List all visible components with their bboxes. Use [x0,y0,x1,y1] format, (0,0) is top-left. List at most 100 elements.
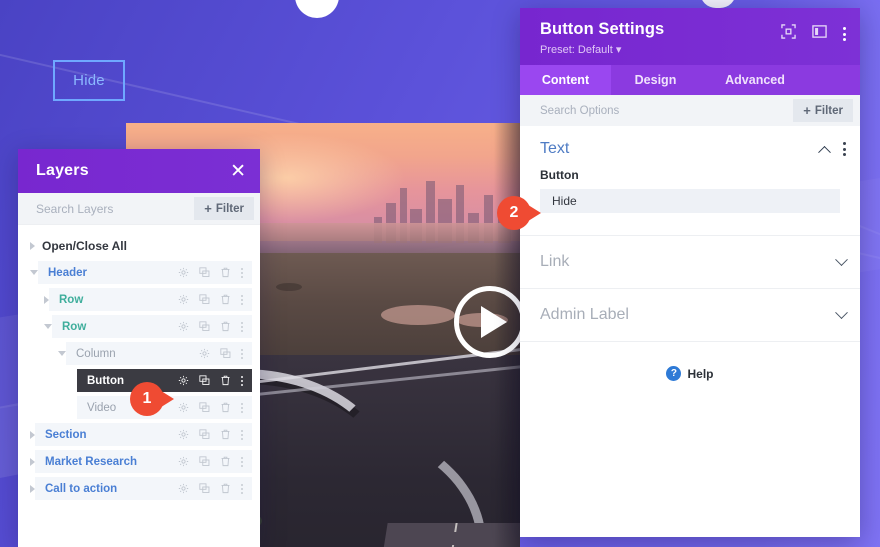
more-vertical-icon[interactable] [241,429,243,440]
button-text-input[interactable]: Hide [540,189,840,213]
layer-row[interactable]: Market Research [18,450,260,473]
layer-row[interactable]: Section [18,423,260,446]
trash-icon[interactable] [220,456,231,467]
layer-actions [178,456,243,467]
layer-pill[interactable]: Row [49,288,252,311]
layer-actions [178,321,243,332]
plus-icon: + [204,201,212,216]
step-badge-2: 2 [497,196,541,230]
trash-icon[interactable] [220,483,231,494]
duplicate-icon[interactable] [199,375,210,386]
chevron-down-icon[interactable] [30,270,38,275]
step-badge-1: 1 [130,382,174,416]
chevron-down-icon[interactable] [835,252,848,266]
layer-actions [178,483,243,494]
trash-icon[interactable] [220,321,231,332]
gear-icon[interactable] [178,375,189,386]
layer-name: Call to action [45,482,118,495]
layer-pill[interactable]: Call to action [35,477,252,500]
gear-icon[interactable] [178,456,189,467]
chevron-down-icon[interactable] [44,324,52,329]
gear-icon[interactable] [199,348,210,359]
layer-actions [178,267,243,278]
chevron-right-icon [30,242,35,250]
fullscreen-icon[interactable] [781,24,796,44]
help-label: Help [687,366,714,381]
canvas-hide-button[interactable]: Hide [53,60,125,101]
open-close-all-toggle[interactable]: Open/Close All [18,235,260,257]
gear-icon[interactable] [178,429,189,440]
settings-filter-button[interactable]: + Filter [793,99,853,122]
more-vertical-icon[interactable] [241,402,243,413]
trash-icon[interactable] [220,294,231,305]
more-vertical-icon[interactable] [241,375,243,386]
layer-name: Button [87,374,125,387]
section-link-header[interactable]: Link [520,236,860,288]
duplicate-icon[interactable] [199,294,210,305]
layer-actions [178,294,243,305]
gear-icon[interactable] [178,321,189,332]
trash-icon[interactable] [220,429,231,440]
trash-icon[interactable] [220,267,231,278]
gear-icon[interactable] [178,402,189,413]
section-text-header[interactable]: Text [520,126,860,168]
duplicate-icon[interactable] [199,321,210,332]
layer-pill[interactable]: Section [35,423,252,446]
layer-pill[interactable]: Header [38,261,252,284]
layers-panel: Layers ✕ Search Layers + Filter Open/Clo… [18,149,260,547]
more-vertical-icon[interactable] [241,267,243,278]
settings-tabs: Content Design Advanced [520,65,860,95]
play-icon [480,306,507,338]
duplicate-icon[interactable] [199,456,210,467]
chevron-down-icon[interactable] [835,305,848,319]
search-layers-input[interactable]: Search Layers [36,202,113,216]
chevron-down-icon[interactable] [58,351,66,356]
more-vertical-icon[interactable] [241,321,243,332]
close-icon[interactable]: ✕ [230,162,246,181]
layer-name: Row [62,320,87,333]
section-admin-label-header[interactable]: Admin Label [520,289,860,341]
layer-row[interactable]: Call to action [18,477,260,500]
gear-icon[interactable] [178,483,189,494]
layer-pill[interactable]: Market Research [35,450,252,473]
layer-name: Section [45,428,87,441]
layer-actions [199,348,243,359]
settings-body: Text Button Hide Link Admin Label ? Help [520,126,860,537]
layout-icon[interactable] [812,24,827,44]
chevron-up-icon[interactable] [818,145,831,159]
settings-preset-selector[interactable]: Preset: Default ▾ [540,43,664,56]
more-vertical-icon[interactable] [241,483,243,494]
layer-actions [178,429,243,440]
layers-filter-button[interactable]: + Filter [194,197,254,220]
trash-icon[interactable] [220,402,231,413]
more-vertical-icon[interactable] [843,142,846,156]
duplicate-icon[interactable] [199,429,210,440]
gear-icon[interactable] [178,294,189,305]
tab-advanced[interactable]: Advanced [700,65,810,95]
search-options-input[interactable]: Search Options [540,105,619,117]
play-button[interactable] [454,286,526,358]
open-close-all-label: Open/Close All [42,239,127,253]
duplicate-icon[interactable] [199,402,210,413]
duplicate-icon[interactable] [220,348,231,359]
duplicate-icon[interactable] [199,267,210,278]
layer-actions [178,375,243,386]
layer-pill[interactable]: Column [66,342,252,365]
gear-icon[interactable] [178,267,189,278]
layer-pill[interactable]: Row [52,315,252,338]
question-mark-icon: ? [666,366,682,381]
more-vertical-icon[interactable] [241,348,243,359]
tab-content[interactable]: Content [520,65,611,95]
layer-row[interactable]: Row [18,315,260,338]
more-vertical-icon[interactable] [241,456,243,467]
layer-row[interactable]: Header [18,261,260,284]
more-vertical-icon[interactable] [241,294,243,305]
trash-icon[interactable] [220,375,231,386]
layer-row[interactable]: Row [18,288,260,311]
more-vertical-icon[interactable] [843,27,846,41]
tab-design[interactable]: Design [611,65,700,95]
layer-row[interactable]: Column [18,342,260,365]
duplicate-icon[interactable] [199,483,210,494]
help-link[interactable]: ? Help [520,342,860,381]
layers-panel-header: Layers ✕ [18,149,260,193]
